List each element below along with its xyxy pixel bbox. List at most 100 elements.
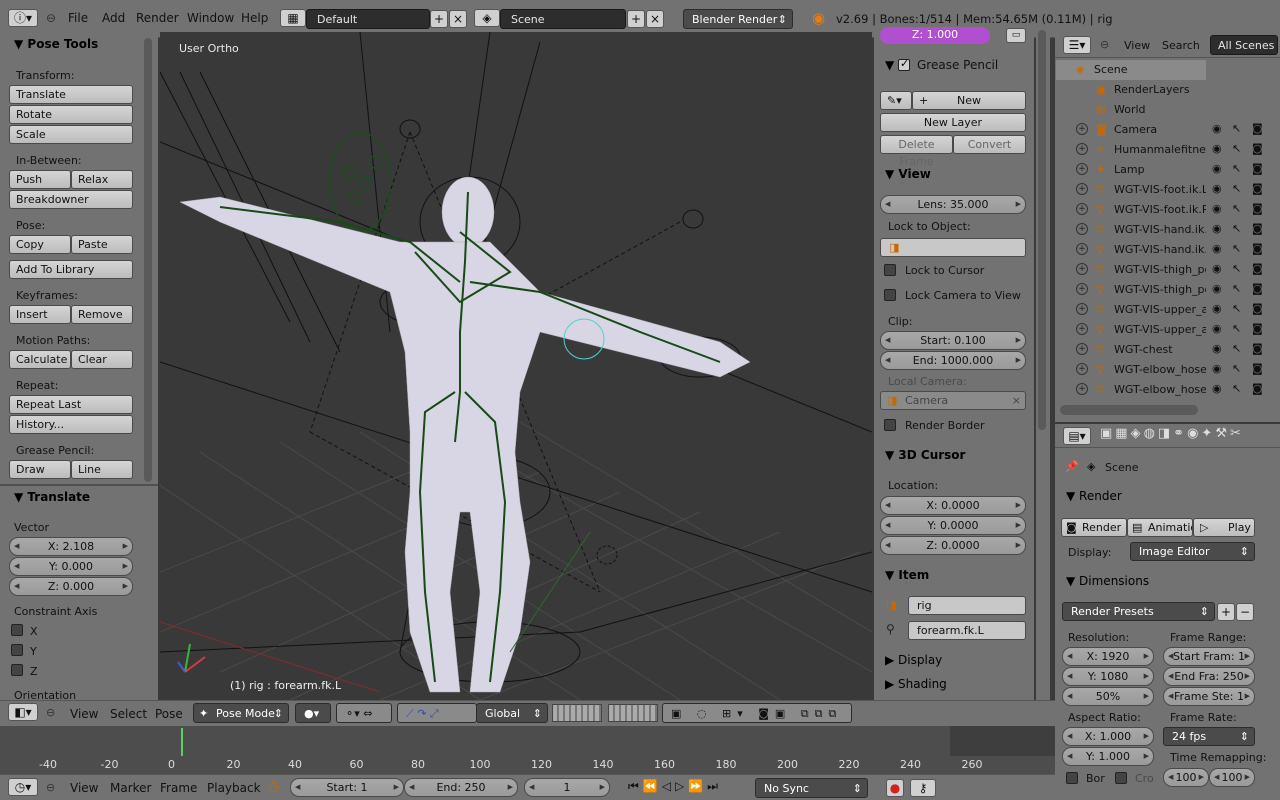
lock-camera-checkbox[interactable] [884, 289, 896, 301]
lens-field[interactable]: Lens: 35.000 [880, 195, 1026, 214]
selectable-cursor-icon[interactable]: ↖ [1232, 282, 1241, 295]
add-scene-icon[interactable]: + [627, 10, 645, 28]
sync-dropdown[interactable]: No Sync ⇕ [755, 778, 868, 798]
outliner-row[interactable]: + ▽ WGT-elbow_hose.l ◉ ↖ ◙ [1056, 380, 1264, 400]
aspect-y-field[interactable]: Y: 1.000 [1062, 747, 1154, 766]
new-gpencil-button[interactable]: + New [912, 91, 1026, 110]
visibility-eye-icon[interactable]: ◉ [1212, 302, 1222, 315]
playback-controls[interactable]: ⏮⏪◁▷⏩⏭ [628, 779, 748, 797]
selectable-cursor-icon[interactable]: ↖ [1232, 382, 1241, 395]
res-y-field[interactable]: Y: 1080 [1062, 667, 1154, 686]
z-scale-field[interactable]: Z: 1.000 [880, 27, 990, 44]
paste-pose-button[interactable]: Paste [71, 235, 133, 254]
selectable-cursor-icon[interactable]: ↖ [1232, 182, 1241, 195]
renderable-camera-icon[interactable]: ◙ [1252, 142, 1263, 155]
border-checkbox[interactable] [1066, 772, 1078, 784]
selectable-cursor-icon[interactable]: ↖ [1232, 122, 1241, 135]
lock-icon[interactable]: ▭ [1006, 28, 1026, 43]
outliner-row[interactable]: + ✦ Lamp ◉ ↖ ◙ [1056, 160, 1264, 180]
pivot-dropdown[interactable]: ⚬▾ ⇔ [336, 703, 392, 723]
insert-keyframe-button[interactable]: Insert [9, 305, 71, 324]
add-preset-icon[interactable]: + [1217, 603, 1235, 621]
current-frame-indicator[interactable] [181, 728, 183, 756]
outliner-row[interactable]: + ▽ WGT-VIS-thigh_pol ◉ ↖ ◙ [1056, 260, 1264, 280]
renderable-camera-icon[interactable]: ◙ [1252, 182, 1263, 195]
outliner-row[interactable]: + ▽ WGT-VIS-foot.ik.R ◉ ↖ ◙ [1056, 200, 1264, 220]
relax-button[interactable]: Relax [71, 170, 133, 189]
crop-checkbox[interactable] [1115, 772, 1127, 784]
menu-file[interactable]: File [68, 11, 88, 25]
manipulator-buttons[interactable]: ⟋ ↷ ⤢ [397, 703, 477, 723]
res-x-field[interactable]: X: 1920 [1062, 647, 1154, 666]
visibility-eye-icon[interactable]: ◉ [1212, 282, 1222, 295]
layer-buttons-1[interactable] [552, 704, 602, 722]
renderable-camera-icon[interactable]: ◙ [1252, 342, 1263, 355]
constraint-y-checkbox[interactable] [11, 644, 23, 656]
expand-icon[interactable]: + [1076, 183, 1088, 195]
renderable-camera-icon[interactable]: ◙ [1252, 202, 1263, 215]
preview-range-icon[interactable]: ◷ [268, 779, 279, 794]
vector-y-field[interactable]: Y: 0.000 [9, 557, 133, 576]
selectable-cursor-icon[interactable]: ↖ [1232, 242, 1241, 255]
timeline-editor-icon[interactable]: ◷▾ [8, 778, 38, 796]
orientation-dropdown[interactable]: Global ⇕ [476, 703, 548, 723]
renderable-camera-icon[interactable]: ◙ [1252, 282, 1263, 295]
selectable-cursor-icon[interactable]: ↖ [1232, 142, 1241, 155]
expand-icon[interactable]: + [1076, 383, 1088, 395]
record-icon[interactable]: ● [886, 779, 904, 797]
renderable-camera-icon[interactable]: ◙ [1252, 162, 1263, 175]
outliner-view-menu[interactable]: View [1124, 39, 1150, 52]
outliner-row[interactable]: ◍ World [1056, 100, 1264, 120]
constraint-x-checkbox[interactable] [11, 624, 23, 636]
vp-pose-menu[interactable]: Pose [155, 707, 183, 721]
display-panel-header[interactable]: ▶ Display [885, 653, 942, 667]
new-layer-button[interactable]: New Layer [880, 113, 1026, 132]
play-button[interactable]: ▷ Play [1193, 518, 1255, 537]
selectable-cursor-icon[interactable]: ↖ [1232, 202, 1241, 215]
context-tabs[interactable]: ▣▦◈◍◨⚭◉✦⚒✂ [1100, 426, 1276, 446]
renderable-camera-icon[interactable]: ◙ [1252, 322, 1263, 335]
shading-dropdown[interactable]: ●▾ [295, 703, 331, 723]
item-panel-header[interactable]: ▼ Item [885, 568, 929, 582]
visibility-eye-icon[interactable]: ◉ [1212, 362, 1222, 375]
renderable-camera-icon[interactable]: ◙ [1252, 302, 1263, 315]
outliner-row[interactable]: ◈ Scene [1056, 60, 1264, 80]
expand-icon[interactable]: + [1076, 143, 1088, 155]
history-button[interactable]: History... [9, 415, 133, 434]
snap-tools[interactable]: ▣ ◌ ⊞▾ ◙▣ ⧉⧉⧉ [662, 703, 852, 723]
expand-icon[interactable]: + [1076, 123, 1088, 135]
outliner-row[interactable]: + ▽ WGT-VIS-foot.ik.L ◉ ↖ ◙ [1056, 180, 1264, 200]
renderable-camera-icon[interactable]: ◙ [1252, 122, 1263, 135]
frame-rate-dropdown[interactable]: 24 fps ⇕ [1163, 727, 1255, 746]
timeline-start-field[interactable]: Start: 1 [290, 778, 404, 797]
item-object-field[interactable]: rig [908, 596, 1026, 615]
selectable-cursor-icon[interactable]: ↖ [1232, 342, 1241, 355]
outliner-editor-icon[interactable]: ☰▾ [1063, 36, 1091, 54]
outliner-row[interactable]: + ▽ WGT-VIS-upper_ar ◉ ↖ ◙ [1056, 300, 1264, 320]
outliner-row[interactable]: + ▽ WGT-VIS-upper_ar ◉ ↖ ◙ [1056, 320, 1264, 340]
display-dropdown[interactable]: Image Editor ⇕ [1130, 542, 1255, 561]
frame-step-field[interactable]: Frame Ste: 1 [1163, 687, 1255, 706]
vp-select-menu[interactable]: Select [110, 707, 147, 721]
render-border-checkbox[interactable] [884, 419, 896, 431]
vp-view-menu[interactable]: View [70, 707, 98, 721]
renderable-camera-icon[interactable]: ◙ [1252, 362, 1263, 375]
visibility-eye-icon[interactable]: ◉ [1212, 122, 1222, 135]
tl-marker-menu[interactable]: Marker [110, 781, 151, 795]
timeline-end-field[interactable]: End: 250 [404, 778, 518, 797]
selectable-cursor-icon[interactable]: ↖ [1232, 322, 1241, 335]
clear-icon[interactable]: × [1012, 392, 1021, 409]
screen-layout-field[interactable]: Default [306, 9, 430, 29]
selectable-cursor-icon[interactable]: ↖ [1232, 162, 1241, 175]
translate-button[interactable]: Translate [9, 85, 133, 104]
tl-view-menu[interactable]: View [70, 781, 98, 795]
outliner-search-menu[interactable]: Search [1162, 39, 1200, 52]
render-engine-dropdown[interactable]: Blender Render ⇕ [683, 9, 793, 29]
copy-pose-button[interactable]: Copy [9, 235, 71, 254]
expand-icon[interactable]: + [1076, 163, 1088, 175]
pose-tools-header[interactable]: ▼ Pose Tools [14, 37, 98, 51]
tl-frame-menu[interactable]: Frame [160, 781, 197, 795]
expand-icon[interactable]: + [1076, 363, 1088, 375]
3d-viewport[interactable]: User Ortho (1) rig : forearm.fk.L [160, 32, 872, 700]
expand-icon[interactable]: + [1076, 283, 1088, 295]
